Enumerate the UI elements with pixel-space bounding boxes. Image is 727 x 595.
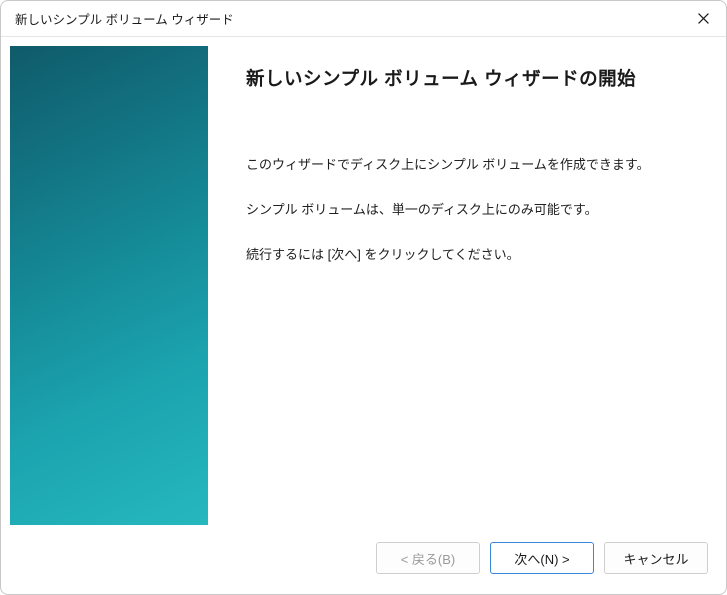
titlebar: 新しいシンプル ボリューム ウィザード xyxy=(1,1,726,37)
wizard-body: 新しいシンプル ボリューム ウィザードの開始 このウィザードでディスク上にシンプ… xyxy=(1,37,726,534)
wizard-sidebar-image xyxy=(10,46,208,525)
intro-text-1: このウィザードでディスク上にシンプル ボリュームを作成できます。 xyxy=(246,155,690,176)
intro-text-3: 続行するには [次へ] をクリックしてください。 xyxy=(246,245,690,266)
wizard-footer: < 戻る(B) 次へ(N) > キャンセル xyxy=(1,534,726,594)
page-heading: 新しいシンプル ボリューム ウィザードの開始 xyxy=(246,65,690,91)
wizard-window: 新しいシンプル ボリューム ウィザード 新しいシンプル ボリューム ウィザードの… xyxy=(0,0,727,595)
close-icon xyxy=(698,13,709,24)
next-button[interactable]: 次へ(N) > xyxy=(490,542,594,574)
back-button: < 戻る(B) xyxy=(376,542,480,574)
window-title: 新しいシンプル ボリューム ウィザード xyxy=(15,9,234,28)
intro-text-2: シンプル ボリュームは、単一のディスク上にのみ可能です。 xyxy=(246,200,690,221)
wizard-content: 新しいシンプル ボリューム ウィザードの開始 このウィザードでディスク上にシンプ… xyxy=(208,37,726,534)
close-button[interactable] xyxy=(680,1,726,37)
cancel-button[interactable]: キャンセル xyxy=(604,542,708,574)
